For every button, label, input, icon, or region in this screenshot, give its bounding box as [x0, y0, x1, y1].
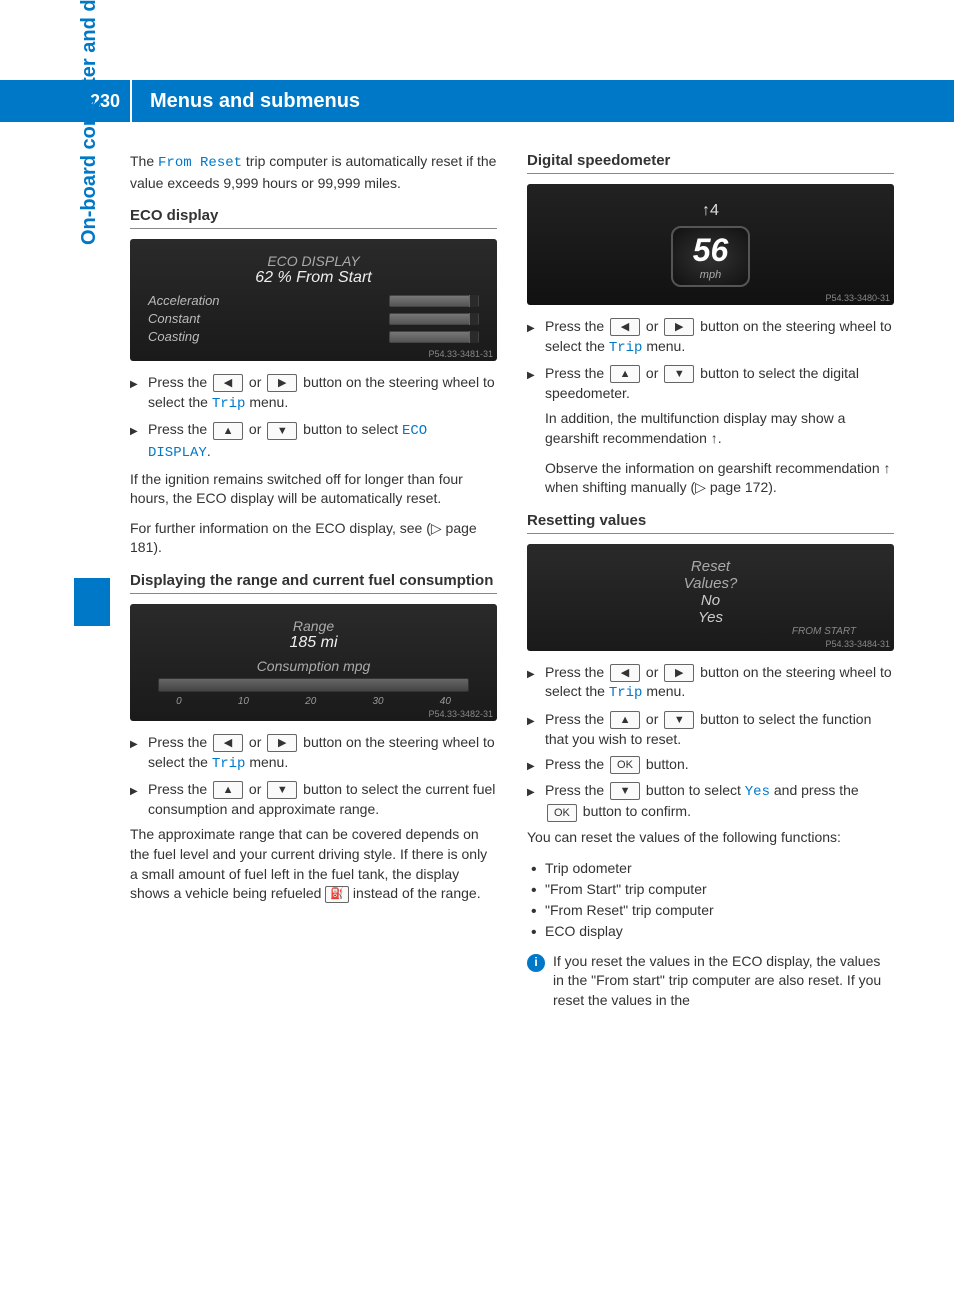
- triangle-icon: [130, 733, 148, 774]
- bar-icon: [389, 331, 479, 343]
- speedometer-graphic: ↑4 56 mph P54.33-3480-31: [527, 184, 894, 305]
- step-reset-2: Press the ▲ or ▼ button to select the fu…: [527, 710, 894, 749]
- up-key-icon: ▲: [610, 365, 640, 383]
- triangle-icon: [527, 781, 545, 822]
- scale-bar-icon: [158, 678, 469, 692]
- down-key-icon: ▼: [610, 782, 640, 800]
- ok-key-icon: OK: [547, 804, 577, 822]
- range-para: The approximate range that can be covere…: [130, 825, 497, 903]
- speedo-para-2: Observe the information on gearshift rec…: [545, 459, 894, 498]
- reset-list: Trip odometer "From Start" trip computer…: [527, 858, 894, 942]
- right-key-icon: ▶: [267, 374, 297, 392]
- info-note: i If you reset the values in the ECO dis…: [527, 952, 894, 1011]
- speedo-para-1: In addition, the multifunction display m…: [545, 409, 894, 448]
- down-key-icon: ▼: [267, 781, 297, 799]
- step-range-1: Press the ◀ or ▶ button on the steering …: [130, 733, 497, 774]
- heading-resetting: Resetting values: [527, 512, 894, 534]
- right-column: Digital speedometer ↑4 56 mph P54.33-348…: [527, 152, 894, 1010]
- left-key-icon: ◀: [610, 318, 640, 336]
- left-key-icon: ◀: [213, 734, 243, 752]
- triangle-icon: [130, 420, 148, 463]
- info-text: If you reset the values in the ECO displ…: [553, 952, 894, 1011]
- reset-display-graphic: Reset Values? No Yes FROM START P54.33-3…: [527, 544, 894, 651]
- reset-intro-para: You can reset the values of the followin…: [527, 828, 894, 848]
- step-speedo-2: Press the ▲ or ▼ button to select the di…: [527, 364, 894, 403]
- intro-text: The From Reset trip computer is automati…: [130, 152, 497, 193]
- page-number: 230: [0, 80, 130, 122]
- left-key-icon: ◀: [610, 664, 640, 682]
- triangle-icon: [527, 755, 545, 775]
- refuel-icon: ⛽: [325, 886, 349, 903]
- heading-range: Displaying the range and current fuel co…: [130, 572, 497, 594]
- speed-value: 56: [693, 232, 729, 269]
- list-item: "From Reset" trip computer: [527, 900, 894, 921]
- triangle-icon: [527, 364, 545, 403]
- heading-eco-display: ECO display: [130, 207, 497, 229]
- eco-display-graphic: ECO DISPLAY 62 % From Start Acceleration…: [130, 239, 497, 361]
- left-column: The From Reset trip computer is automati…: [130, 152, 497, 1010]
- side-tab: On-board computer and displays: [78, 0, 101, 245]
- image-code: P54.33-3484-31: [825, 639, 890, 649]
- image-code: P54.33-3482-31: [428, 709, 493, 719]
- bar-icon: [389, 313, 479, 325]
- bar-icon: [389, 295, 479, 307]
- list-item: "From Start" trip computer: [527, 879, 894, 900]
- step-reset-3: Press the OK button.: [527, 755, 894, 775]
- step-speedo-1: Press the ◀ or ▶ button on the steering …: [527, 317, 894, 358]
- eco-para-2: For further information on the ECO displ…: [130, 519, 497, 558]
- down-key-icon: ▼: [664, 365, 694, 383]
- heading-speedometer: Digital speedometer: [527, 152, 894, 174]
- side-tab-block: [74, 578, 110, 626]
- up-key-icon: ▲: [213, 781, 243, 799]
- step-eco-1: Press the ◀ or ▶ button on the steering …: [130, 373, 497, 414]
- right-key-icon: ▶: [664, 318, 694, 336]
- left-key-icon: ◀: [213, 374, 243, 392]
- image-code: P54.33-3480-31: [825, 293, 890, 303]
- right-key-icon: ▶: [267, 734, 297, 752]
- triangle-icon: [527, 317, 545, 358]
- step-eco-2: Press the ▲ or ▼ button to select ECO DI…: [130, 420, 497, 463]
- list-item: Trip odometer: [527, 858, 894, 879]
- page-title: Menus and submenus: [132, 80, 954, 122]
- list-item: ECO display: [527, 921, 894, 942]
- gear-indicator: ↑4: [702, 202, 719, 220]
- triangle-icon: [130, 373, 148, 414]
- image-code: P54.33-3481-31: [428, 349, 493, 359]
- right-key-icon: ▶: [664, 664, 694, 682]
- speed-unit: mph: [693, 269, 729, 281]
- from-reset-term: From Reset: [158, 155, 242, 171]
- up-key-icon: ▲: [610, 711, 640, 729]
- eco-para-1: If the ignition remains switched off for…: [130, 470, 497, 509]
- range-display-graphic: Range 185 mi Consumption mpg 0 10 20 30 …: [130, 604, 497, 721]
- triangle-icon: [527, 710, 545, 749]
- info-icon: i: [527, 954, 545, 972]
- down-key-icon: ▼: [267, 422, 297, 440]
- up-key-icon: ▲: [213, 422, 243, 440]
- step-reset-1: Press the ◀ or ▶ button on the steering …: [527, 663, 894, 704]
- triangle-icon: [130, 780, 148, 819]
- down-key-icon: ▼: [664, 711, 694, 729]
- ok-key-icon: OK: [610, 756, 640, 774]
- step-reset-4: Press the ▼ button to select Yes and pre…: [527, 781, 894, 822]
- header-band: 230 Menus and submenus: [0, 80, 954, 122]
- triangle-icon: [527, 663, 545, 704]
- step-range-2: Press the ▲ or ▼ button to select the cu…: [130, 780, 497, 819]
